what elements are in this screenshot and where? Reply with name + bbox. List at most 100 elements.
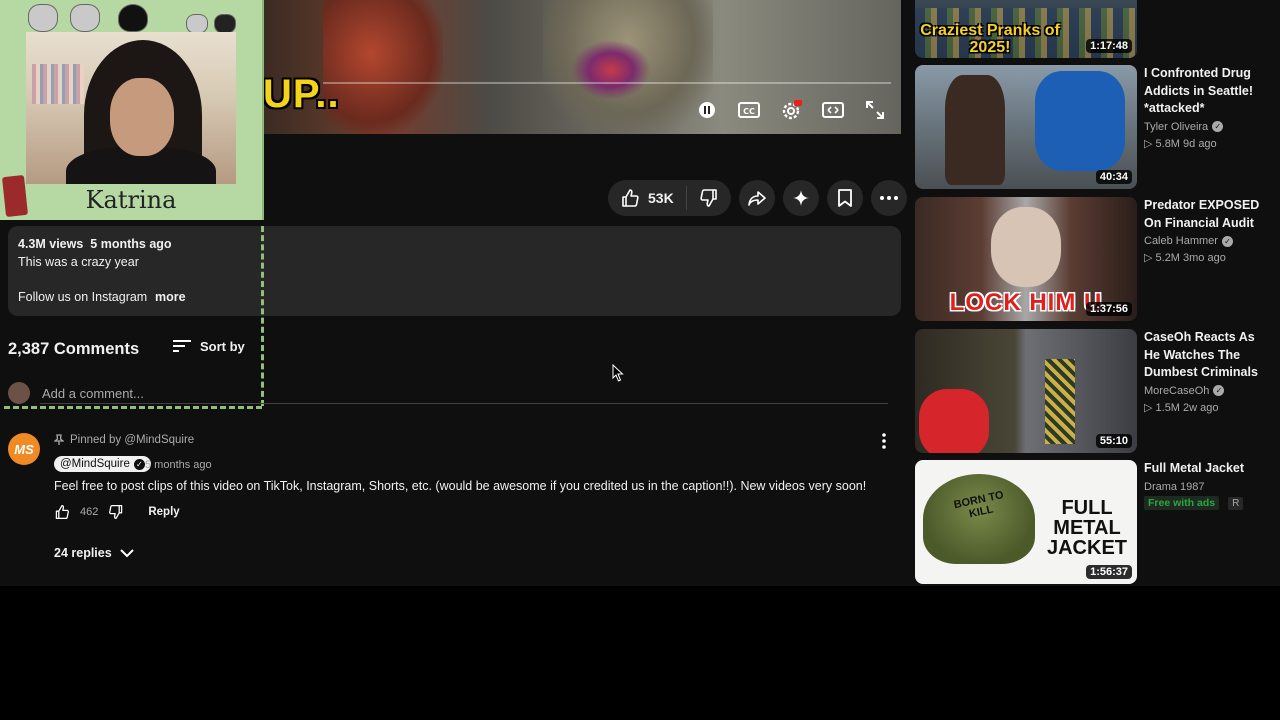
streamer-facecam: Katrina [0, 0, 264, 220]
thumbnail-figure [991, 207, 1061, 287]
recommendation-title[interactable]: CaseOh Reacts As He Watches The Dumbest … [1144, 329, 1274, 382]
recommendation-title[interactable]: Predator EXPOSED On Financial Audit [1144, 197, 1274, 232]
thumbs-up-icon [622, 189, 639, 207]
verified-icon: ✓ [1212, 121, 1224, 132]
dog-icon [118, 4, 148, 32]
channel-name[interactable]: Drama 1987 [1144, 481, 1205, 493]
comment-text: Feel free to post clips of this video on… [54, 479, 867, 493]
pinned-by-text: Pinned by @MindSquire [70, 434, 195, 446]
rating-badge: R [1228, 496, 1244, 510]
thumbs-down-icon [700, 189, 717, 207]
save-button[interactable] [826, 180, 863, 216]
video-progress-bar[interactable] [323, 82, 891, 84]
channel-name[interactable]: MoreCaseOh [1144, 385, 1209, 397]
replies-toggle[interactable]: 24 replies [54, 546, 134, 560]
avatar[interactable]: MS [8, 433, 40, 465]
thumbs-up-icon[interactable] [54, 504, 70, 520]
recommendation-info: Predator EXPOSED On Financial Audit Cale… [1144, 197, 1274, 264]
streamer-face [110, 78, 174, 156]
cat-icon [186, 14, 208, 34]
more-horizontal-icon [879, 196, 898, 200]
pinned-label: Pinned by @MindSquire [54, 434, 194, 446]
video-frame-flag [571, 40, 651, 100]
avatar [8, 382, 30, 404]
sort-button[interactable]: Sort by [172, 338, 245, 354]
channel-row: Caleb Hammer ✓ [1144, 235, 1274, 247]
channel-name[interactable]: Tyler Oliveira [1144, 121, 1208, 133]
recommendation-title[interactable]: Full Metal Jacket [1144, 460, 1274, 478]
channel-row: Drama 1987 [1144, 481, 1274, 493]
comment-actions: 462 Reply [54, 504, 180, 520]
comment-menu-button[interactable] [876, 431, 892, 451]
add-comment-input[interactable]: Add a comment... [42, 386, 144, 401]
dislike-button[interactable] [687, 188, 719, 208]
video-thumbnail[interactable]: 40:34 [915, 65, 1137, 189]
author-handle: @MindSquire [60, 458, 130, 470]
sort-label: Sort by [200, 338, 245, 354]
reply-button[interactable]: Reply [148, 506, 179, 518]
cat-icon [28, 4, 58, 32]
channel-row: MoreCaseOh ✓ [1144, 385, 1274, 397]
like-count: 53K [648, 190, 674, 206]
video-player[interactable]: UP.. CC [263, 0, 901, 134]
recommendation-info: Full Metal Jacket Drama 1987 Free with a… [1144, 460, 1274, 510]
captions-button[interactable]: CC [737, 96, 761, 124]
cat-icon [70, 4, 100, 32]
settings-button[interactable] [779, 96, 803, 124]
verified-icon: ✓ [1221, 235, 1233, 247]
recommendation-item[interactable]: BORN TO KILL FULL METAL JACKET 1:56:37 F… [915, 460, 1275, 586]
video-thumbnail[interactable]: Craziest Pranks of 2025! 1:17:48 [915, 0, 1137, 58]
recommendation-info: I Confronted Drug Addicts in Seattle! *a… [1144, 65, 1274, 150]
duration-badge: 55:10 [1095, 434, 1132, 448]
comment-time[interactable]: 5 months ago [145, 459, 212, 471]
streamer-name: Katrina [85, 186, 177, 214]
facecam-border-decoration [261, 226, 264, 406]
bookshelf [32, 64, 84, 104]
mouse-cursor-icon [612, 363, 624, 387]
video-thumbnail[interactable]: BORN TO KILL FULL METAL JACKET 1:56:37 [915, 460, 1137, 584]
channel-row: Tyler Oliveira ✓ [1144, 121, 1274, 133]
helmet-image: BORN TO KILL [923, 474, 1035, 564]
recommendation-item[interactable]: 40:34 I Confronted Drug Addicts in Seatt… [915, 65, 1275, 191]
captions-icon: CC [738, 102, 760, 118]
comment-input-underline [40, 403, 888, 404]
theater-icon [822, 102, 844, 118]
free-with-ads-badge: Free with ads [1144, 495, 1220, 510]
theater-mode-button[interactable] [821, 96, 845, 124]
more-actions-button[interactable] [870, 180, 907, 216]
duration-badge: 1:56:37 [1086, 565, 1132, 579]
fullscreen-button[interactable] [863, 96, 887, 124]
recommendation-item[interactable]: Craziest Pranks of 2025! 1:17:48 [915, 0, 1275, 58]
description-line: This was a crazy year [18, 255, 139, 269]
thumbnail-figure [1045, 359, 1075, 444]
sort-icon [173, 340, 191, 352]
more-vertical-icon [882, 433, 886, 449]
verified-icon: ✓ [133, 458, 145, 470]
watch-page: UP.. CC Katrina 53K 4.3M views 5 months … [0, 0, 1280, 586]
thumbnail-figure [919, 389, 989, 453]
like-button[interactable]: 53K [620, 186, 687, 210]
video-thumbnail[interactable]: 55:10 [915, 329, 1137, 453]
video-stats: ▷ 5.2M 3mo ago [1144, 252, 1226, 264]
video-thumbnail[interactable]: LOCK HIM U 1:37:56 [915, 197, 1137, 321]
show-more-link[interactable]: more [155, 290, 186, 304]
video-meta: 4.3M views 5 months ago [18, 237, 172, 251]
thumbs-down-icon[interactable] [108, 504, 124, 520]
pause-icon [699, 102, 715, 118]
recommendation-title[interactable]: I Confronted Drug Addicts in Seattle! *a… [1144, 65, 1274, 118]
add-comment-row: Add a comment... [8, 382, 144, 404]
recommendation-item[interactable]: 55:10 CaseOh Reacts As He Watches The Du… [915, 329, 1275, 455]
helmet-text: BORN TO KILL [952, 489, 1005, 521]
comment-author[interactable]: @MindSquire ✓ [54, 456, 151, 472]
svg-text:CC: CC [743, 107, 755, 116]
comment-like-count: 462 [80, 506, 99, 518]
recommendation-item[interactable]: LOCK HIM U 1:37:56 Predator EXPOSED On F… [915, 197, 1275, 323]
comments-header: 2,387 Comments [8, 340, 139, 359]
description-box[interactable]: 4.3M views 5 months ago This was a crazy… [8, 226, 901, 316]
channel-name[interactable]: Caleb Hammer [1144, 235, 1218, 247]
pause-button[interactable] [695, 96, 719, 124]
share-button[interactable] [738, 180, 775, 216]
chevron-down-icon [119, 549, 134, 558]
ask-ai-button[interactable] [782, 180, 819, 216]
duration-badge: 40:34 [1095, 170, 1132, 184]
